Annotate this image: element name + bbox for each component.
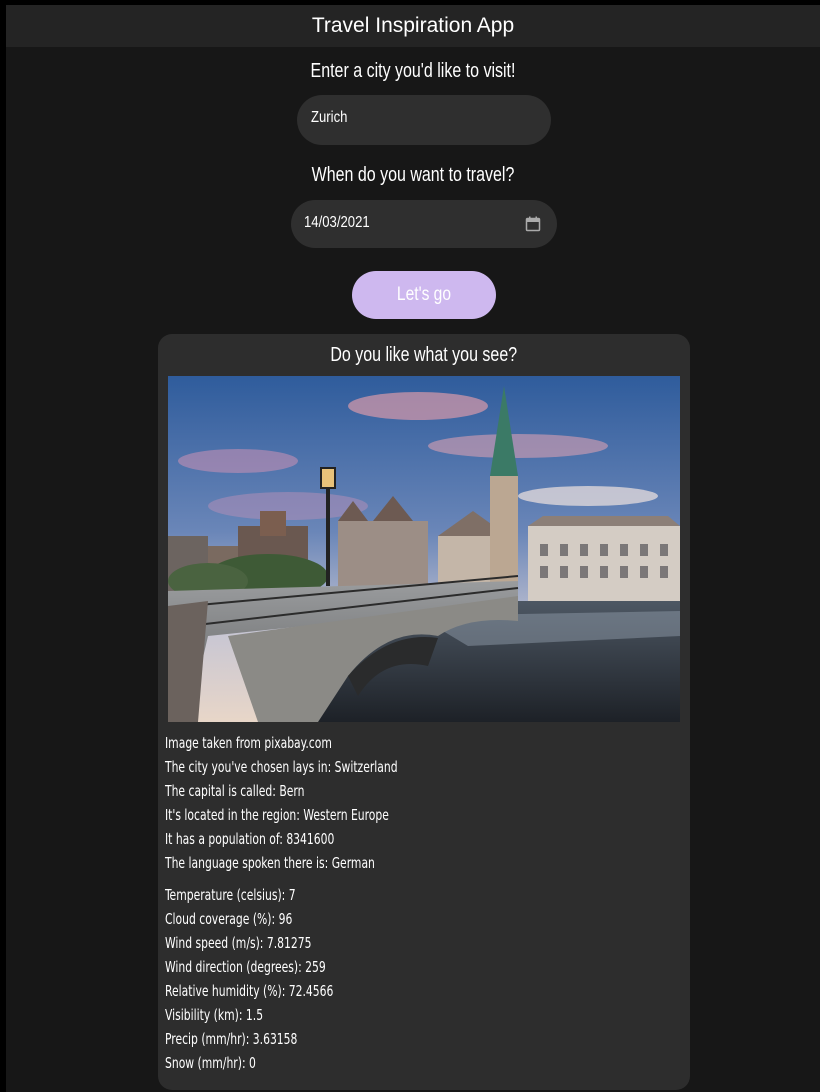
result-card: Do you like what you see? Image taken fr… xyxy=(158,334,690,1090)
country-info-line: The capital is called: Bern xyxy=(165,782,305,800)
weather-line: Cloud coverage (%): 96 xyxy=(165,910,293,928)
weather-line: Snow (mm/hr): 0 xyxy=(165,1054,256,1072)
app-header: Travel Inspiration App xyxy=(6,5,820,47)
lets-go-label: Let's go xyxy=(396,284,452,305)
country-info-line: The language spoken there is: German xyxy=(165,854,375,872)
city-label: Enter a city you'd like to visit! xyxy=(310,60,516,82)
weather-line: Visibility (km): 1.5 xyxy=(165,1006,264,1024)
date-input[interactable]: 14/03/2021 xyxy=(291,200,557,248)
lets-go-button[interactable]: Let's go xyxy=(352,271,496,319)
weather-line: Precip (mm/hr): 3.63158 xyxy=(165,1030,298,1048)
country-info-line: The city you've chosen lays in: Switzerl… xyxy=(165,758,398,776)
calendar-icon[interactable] xyxy=(525,216,541,232)
city-photo xyxy=(168,376,680,722)
app-title: Travel Inspiration App xyxy=(311,14,515,37)
country-info-line: It has a population of: 8341600 xyxy=(165,830,335,848)
city-input[interactable]: Zurich xyxy=(297,95,551,145)
date-label: When do you want to travel? xyxy=(311,164,515,186)
weather-line: Relative humidity (%): 72.4566 xyxy=(165,982,334,1000)
image-credit: Image taken from pixabay.com xyxy=(165,734,332,752)
country-info-line: It's located in the region: Western Euro… xyxy=(165,806,389,824)
city-input-value: Zurich xyxy=(311,109,348,126)
weather-line: Wind speed (m/s): 7.81275 xyxy=(165,934,312,952)
app-page: Travel Inspiration App Enter a city you'… xyxy=(6,5,820,1092)
weather-line: Wind direction (degrees): 259 xyxy=(165,958,326,976)
result-title: Do you like what you see? xyxy=(330,344,518,366)
weather-block: Temperature (celsius): 7 Cloud coverage … xyxy=(165,883,376,1075)
date-input-value: 14/03/2021 xyxy=(304,214,370,231)
info-block: Image taken from pixabay.com The city yo… xyxy=(165,731,456,875)
weather-line: Temperature (celsius): 7 xyxy=(165,886,296,904)
